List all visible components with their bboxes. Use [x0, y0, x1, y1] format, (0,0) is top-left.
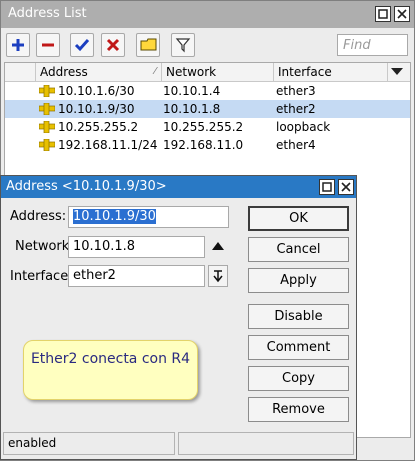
column-header-interface[interactable]: Interface — [274, 63, 388, 81]
annotation-note: Ether2 conecta con R4 — [23, 340, 198, 400]
header-spacer — [5, 63, 36, 81]
cell-network: 192.168.11.0 — [163, 138, 244, 152]
address-edit-dialog: Address <10.10.1.9/30> Address: 10.10.1.… — [0, 175, 357, 460]
add-button[interactable] — [6, 33, 30, 57]
table-row[interactable]: 10.10.1.6/30 10.10.1.4 ether3 — [5, 82, 410, 100]
address-field[interactable]: 10.10.1.9/30 — [68, 206, 229, 228]
cell-network: 10.10.1.8 — [163, 102, 221, 116]
close-icon[interactable] — [338, 179, 354, 195]
status-empty — [178, 432, 354, 455]
add-icon — [12, 39, 24, 51]
interface-dropdown-button[interactable] — [208, 265, 228, 287]
cell-address: 10.255.255.2 — [58, 120, 139, 134]
table-row[interactable]: 192.168.11.1/24 192.168.11.0 ether4 — [5, 136, 410, 154]
column-menu-icon[interactable] — [391, 68, 403, 75]
interface-label: Interface: — [10, 269, 73, 284]
column-header-network[interactable]: Network — [162, 63, 274, 81]
close-icon[interactable] — [394, 6, 410, 22]
ok-button[interactable]: OK — [248, 206, 349, 231]
interface-select[interactable]: ether2 — [68, 265, 205, 287]
cell-interface: ether2 — [276, 102, 316, 116]
filter-icon — [175, 38, 191, 53]
comment-icon — [140, 38, 157, 51]
remove-button[interactable]: Remove — [248, 397, 349, 422]
remove-icon — [42, 43, 54, 47]
maximize-icon[interactable] — [319, 179, 335, 195]
table-row[interactable]: 10.255.255.2 10.255.255.2 loopback — [5, 118, 410, 136]
status-text: enabled — [3, 432, 175, 455]
find-input[interactable]: Find — [337, 34, 408, 56]
filter-button[interactable] — [171, 33, 195, 57]
address-list-title: Address List — [8, 6, 87, 21]
disable-x-icon — [106, 38, 120, 52]
sort-icon: ⁄ — [154, 66, 156, 77]
enable-button[interactable] — [70, 33, 94, 57]
cell-interface: loopback — [276, 120, 331, 134]
address-list-titlebar[interactable]: Address List — [1, 1, 414, 28]
network-label: Network: — [15, 239, 74, 254]
cell-interface: ether3 — [276, 84, 316, 98]
address-label: Address: — [10, 209, 67, 224]
maximize-icon[interactable] — [375, 6, 391, 22]
cell-network: 10.255.255.2 — [163, 120, 244, 134]
table-row-selected[interactable]: 10.10.1.9/30 10.10.1.8 ether2 — [5, 100, 410, 118]
cell-network: 10.10.1.4 — [163, 84, 221, 98]
cell-address: 10.10.1.9/30 — [58, 102, 135, 116]
comment-button[interactable] — [136, 33, 160, 57]
ip-address-icon — [39, 121, 55, 133]
table-header: Address ⁄ Network Interface — [5, 63, 410, 82]
ip-address-icon — [39, 103, 55, 115]
column-header-address[interactable]: Address ⁄ — [36, 63, 162, 81]
collapse-arrow-icon[interactable] — [212, 242, 224, 250]
disable-button[interactable]: Disable — [248, 304, 349, 329]
remove-button[interactable] — [36, 33, 60, 57]
cell-interface: ether4 — [276, 138, 316, 152]
ip-address-icon — [39, 139, 55, 151]
copy-button[interactable]: Copy — [248, 366, 349, 391]
disable-button[interactable] — [101, 33, 125, 57]
address-value: 10.10.1.9/30 — [73, 209, 156, 224]
network-field[interactable]: 10.10.1.8 — [68, 236, 205, 258]
dialog-statusbar: enabled — [3, 432, 354, 456]
apply-button[interactable]: Apply — [248, 268, 349, 293]
cell-address: 10.10.1.6/30 — [58, 84, 135, 98]
ip-address-icon — [39, 85, 55, 97]
cancel-button[interactable]: Cancel — [248, 237, 349, 262]
dialog-title: Address <10.10.1.9/30> — [6, 179, 167, 194]
cell-address: 192.168.11.1/24 — [58, 138, 158, 152]
enable-check-icon — [74, 39, 90, 52]
dialog-titlebar[interactable]: Address <10.10.1.9/30> — [1, 176, 356, 198]
comment-button[interactable]: Comment — [248, 335, 349, 360]
dropdown-arrow-icon — [213, 270, 223, 283]
